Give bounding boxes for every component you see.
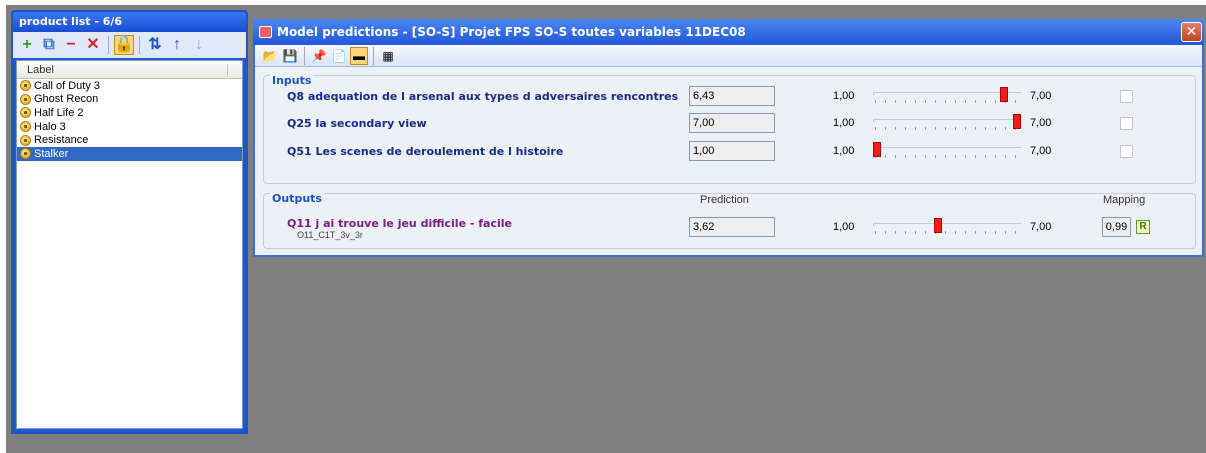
input-max-label: 7,00 xyxy=(1030,145,1052,157)
toolbar-separator xyxy=(304,46,305,65)
input-value[interactable]: 6,43 xyxy=(689,86,775,106)
copy-icon[interactable]: ⧉ xyxy=(39,35,59,55)
list-item-label: Call of Duty 3 xyxy=(34,79,101,92)
save-icon[interactable]: 💾 xyxy=(281,47,299,65)
input-label: Q8 adequation de l arsenal aux types d a… xyxy=(287,90,679,103)
lock-checkbox[interactable] xyxy=(1120,90,1133,103)
window-title: Model predictions - [SO-S] Projet FPS SO… xyxy=(277,25,746,39)
lock-icon xyxy=(20,134,31,146)
output-slider[interactable] xyxy=(873,218,1021,238)
lock-icon xyxy=(20,93,31,105)
list-item-label: Half Life 2 xyxy=(34,106,84,119)
add-icon[interactable]: + xyxy=(17,35,37,55)
slider-ticks xyxy=(875,231,1019,234)
list-item-label: Resistance xyxy=(34,134,89,147)
slider-thumb[interactable] xyxy=(873,142,881,157)
list-item[interactable]: Call of Duty 3 xyxy=(17,79,242,93)
slider-thumb[interactable] xyxy=(1013,114,1021,129)
product-list-window: product list - 6/6 + ⧉ − ✕ 🔒 ⇅ ↑ ↓ Label Call o… xyxy=(11,10,248,434)
list-item-label: Stalker xyxy=(34,147,69,160)
delete-icon[interactable]: ✕ xyxy=(83,35,103,55)
product-list-toolbar: + ⧉ − ✕ 🔒 ⇅ ↑ ↓ xyxy=(13,32,246,58)
input-row: Q51 Les scenes de deroulement de l histo… xyxy=(264,141,1195,163)
list-item[interactable]: Half Life 2 xyxy=(17,106,242,120)
output-row: Q11 j ai trouve le jeu difficile - facil… xyxy=(264,214,1195,240)
output-label: Q11 j ai trouve le jeu difficile - facil… xyxy=(287,217,512,230)
input-label: Q25 la secondary view xyxy=(287,117,427,130)
input-row: Q25 la secondary view 7,00 1,00 7,00 xyxy=(264,113,1195,135)
pin-icon[interactable]: 📌 xyxy=(310,47,328,65)
lock-icon xyxy=(20,80,31,92)
lock-checkbox[interactable] xyxy=(1120,145,1133,158)
list-item[interactable]: Resistance xyxy=(17,133,242,147)
toolbar-separator xyxy=(108,36,109,54)
slider-thumb[interactable] xyxy=(934,218,943,233)
prediction-header: Prediction xyxy=(700,194,749,206)
output-max-label: 7,00 xyxy=(1030,221,1052,233)
remove-icon[interactable]: − xyxy=(61,35,81,55)
slider-ticks xyxy=(875,100,1019,103)
output-min-label: 1,00 xyxy=(833,221,855,233)
input-min-label: 1,00 xyxy=(833,90,855,102)
mapping-value: 0,99 xyxy=(1102,217,1131,237)
app-icon xyxy=(259,26,272,38)
prediction-value: 3,62 xyxy=(689,217,775,237)
mapping-header: Mapping xyxy=(1103,194,1146,206)
lock-icon xyxy=(20,107,31,119)
slider-ticks xyxy=(875,127,1019,130)
product-list-title: product list - 6/6 xyxy=(13,12,246,32)
outputs-title: Outputs xyxy=(270,192,324,205)
list-item-label: Halo 3 xyxy=(34,120,66,133)
list-item[interactable]: Ghost Recon xyxy=(17,93,242,107)
slider-thumb[interactable] xyxy=(999,87,1008,102)
input-value[interactable]: 1,00 xyxy=(689,141,775,161)
slider-track xyxy=(873,119,1021,122)
slider-track xyxy=(873,223,1021,226)
window-titlebar[interactable]: Model predictions - [SO-S] Projet FPS SO… xyxy=(253,19,1204,45)
slider-ticks xyxy=(875,155,1019,158)
output-sublabel: O11_C1T_3v_3r xyxy=(297,230,363,240)
sort-az-icon[interactable]: ⇅ xyxy=(145,35,165,55)
lock-icon xyxy=(20,121,31,133)
column-header-label[interactable]: Label xyxy=(17,61,242,79)
close-button[interactable]: ✕ xyxy=(1181,22,1202,42)
document-icon[interactable]: 📄 xyxy=(330,47,348,65)
predictions-toolbar: 📂 💾 📌 📄 ▬ ▦ xyxy=(255,45,1202,67)
inputs-group: Inputs Q8 adequation de l arsenal aux ty… xyxy=(263,74,1196,184)
input-slider[interactable] xyxy=(873,142,1021,162)
input-row: Q8 adequation de l arsenal aux types d a… xyxy=(264,86,1195,108)
move-down-icon[interactable]: ↓ xyxy=(189,35,209,55)
lock-checkbox[interactable] xyxy=(1120,117,1133,130)
lock-toggle-icon[interactable]: 🔒 xyxy=(114,35,134,55)
move-up-icon[interactable]: ↑ xyxy=(167,35,187,55)
list-item[interactable]: Stalker xyxy=(17,146,242,161)
grid-icon[interactable]: ▦ xyxy=(379,47,397,65)
input-label: Q51 Les scenes de deroulement de l histo… xyxy=(287,145,564,158)
lock-icon xyxy=(20,148,31,160)
model-predictions-window: Model predictions - [SO-S] Projet FPS SO… xyxy=(253,19,1204,257)
refresh-mapping-icon[interactable]: R xyxy=(1136,220,1150,234)
slider-track xyxy=(873,147,1021,150)
list-item-label: Ghost Recon xyxy=(34,93,99,106)
input-slider[interactable] xyxy=(873,114,1021,134)
minus-panel-icon[interactable]: ▬ xyxy=(350,46,368,65)
outputs-group: Outputs Prediction Mapping Q11 j ai trou… xyxy=(263,192,1196,249)
input-min-label: 1,00 xyxy=(833,117,855,129)
product-list[interactable]: Label Call of Duty 3 Ghost Recon Half Life… xyxy=(16,60,243,429)
toolbar-separator xyxy=(139,36,140,54)
input-max-label: 7,00 xyxy=(1030,117,1052,129)
input-min-label: 1,00 xyxy=(833,145,855,157)
input-value[interactable]: 7,00 xyxy=(689,113,775,133)
open-folder-icon[interactable]: 📂 xyxy=(261,47,279,65)
list-item[interactable]: Halo 3 xyxy=(17,120,242,134)
toolbar-separator xyxy=(373,46,374,65)
input-slider[interactable] xyxy=(873,87,1021,107)
input-max-label: 7,00 xyxy=(1030,90,1052,102)
